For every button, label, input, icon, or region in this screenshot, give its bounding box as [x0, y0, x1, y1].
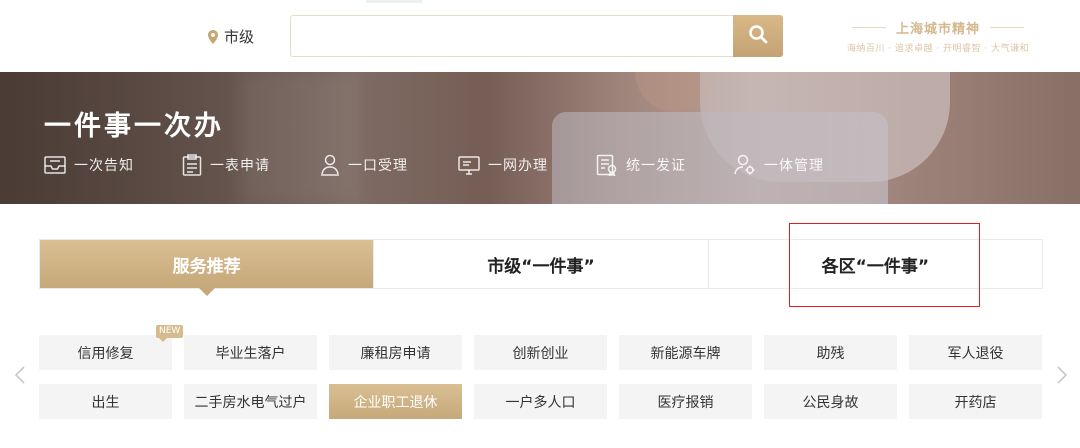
service-item[interactable]: 一户多人口 — [474, 384, 607, 419]
service-item-highlighted[interactable]: 企业职工退休 — [329, 384, 462, 419]
search-button[interactable] — [733, 15, 783, 57]
feature-item: 一网办理 — [458, 154, 596, 176]
feature-item: 一口受理 — [320, 154, 458, 176]
service-item-credit-repair[interactable]: 信用修复 NEW — [39, 325, 184, 370]
city-spirit-title: 上海城市精神 — [895, 21, 980, 37]
location-label: 市级 — [224, 28, 255, 46]
service-item[interactable]: 二手房水电气过户 — [184, 384, 317, 419]
service-item[interactable]: 新能源车牌 — [619, 335, 752, 370]
service-item[interactable]: 公民身故 — [764, 384, 897, 419]
feature-item: 一体管理 — [734, 154, 872, 176]
clipboard-icon — [182, 154, 202, 176]
search-input[interactable] — [290, 15, 734, 57]
hero-banner: 一件事一次办 一次告知 一表申请 一口受理 一网办理 统一发证 一体管理 — [0, 72, 1080, 204]
inbox-icon — [44, 155, 66, 175]
feature-item: 一表申请 — [182, 154, 320, 176]
service-item[interactable]: 毕业生落户 — [184, 335, 317, 370]
prev-arrow[interactable] — [12, 365, 28, 389]
service-item[interactable]: 医疗报销 — [619, 384, 752, 419]
banner-title: 一件事一次办 — [44, 111, 224, 142]
feature-item: 统一发证 — [596, 154, 734, 176]
monitor-icon — [458, 155, 480, 175]
tab-service-recommend[interactable]: 服务推荐 — [40, 240, 374, 296]
new-badge: NEW — [156, 325, 184, 342]
service-item[interactable]: 出生 — [39, 384, 172, 419]
chevron-right-icon — [1057, 366, 1068, 388]
tab-city-level[interactable]: 市级“一件事” — [373, 240, 708, 288]
service-item[interactable]: 廉租房申请 — [329, 335, 462, 370]
banner-features: 一次告知 一表申请 一口受理 一网办理 统一发证 一体管理 — [44, 154, 872, 176]
person-icon — [320, 154, 340, 176]
tab-district-level[interactable]: 各区“一件事” — [707, 240, 1042, 288]
service-grid: 信用修复 NEW 毕业生落户 廉租房申请 创新创业 新能源车牌 助残 军人退役 … — [39, 325, 1043, 419]
next-arrow[interactable] — [1054, 365, 1070, 389]
search-icon — [748, 24, 768, 48]
service-item[interactable]: 开药店 — [909, 384, 1042, 419]
service-item[interactable]: 军人退役 — [909, 335, 1042, 370]
top-tab-indicator — [366, 0, 422, 3]
service-item[interactable]: 助残 — [764, 335, 897, 370]
service-item[interactable]: 创新创业 — [474, 335, 607, 370]
feature-item: 一次告知 — [44, 154, 182, 176]
chevron-left-icon — [14, 366, 25, 388]
city-spirit-subtitle: 海纳百川 · 追求卓越 · 开明睿智 · 大气谦和 — [846, 44, 1030, 54]
map-pin-icon — [208, 29, 218, 44]
category-tabs: 服务推荐 市级“一件事” 各区“一件事” — [39, 239, 1043, 296]
location-selector[interactable]: 市级 — [208, 26, 254, 47]
header: 市级 上海城市精神 海纳百川 · 追求卓越 · 开明睿智 · 大气谦和 — [0, 0, 1080, 72]
certificate-icon — [596, 154, 618, 176]
city-spirit-slogan: 上海城市精神 海纳百川 · 追求卓越 · 开明睿智 · 大气谦和 — [832, 18, 1044, 58]
user-gear-icon — [734, 154, 756, 176]
